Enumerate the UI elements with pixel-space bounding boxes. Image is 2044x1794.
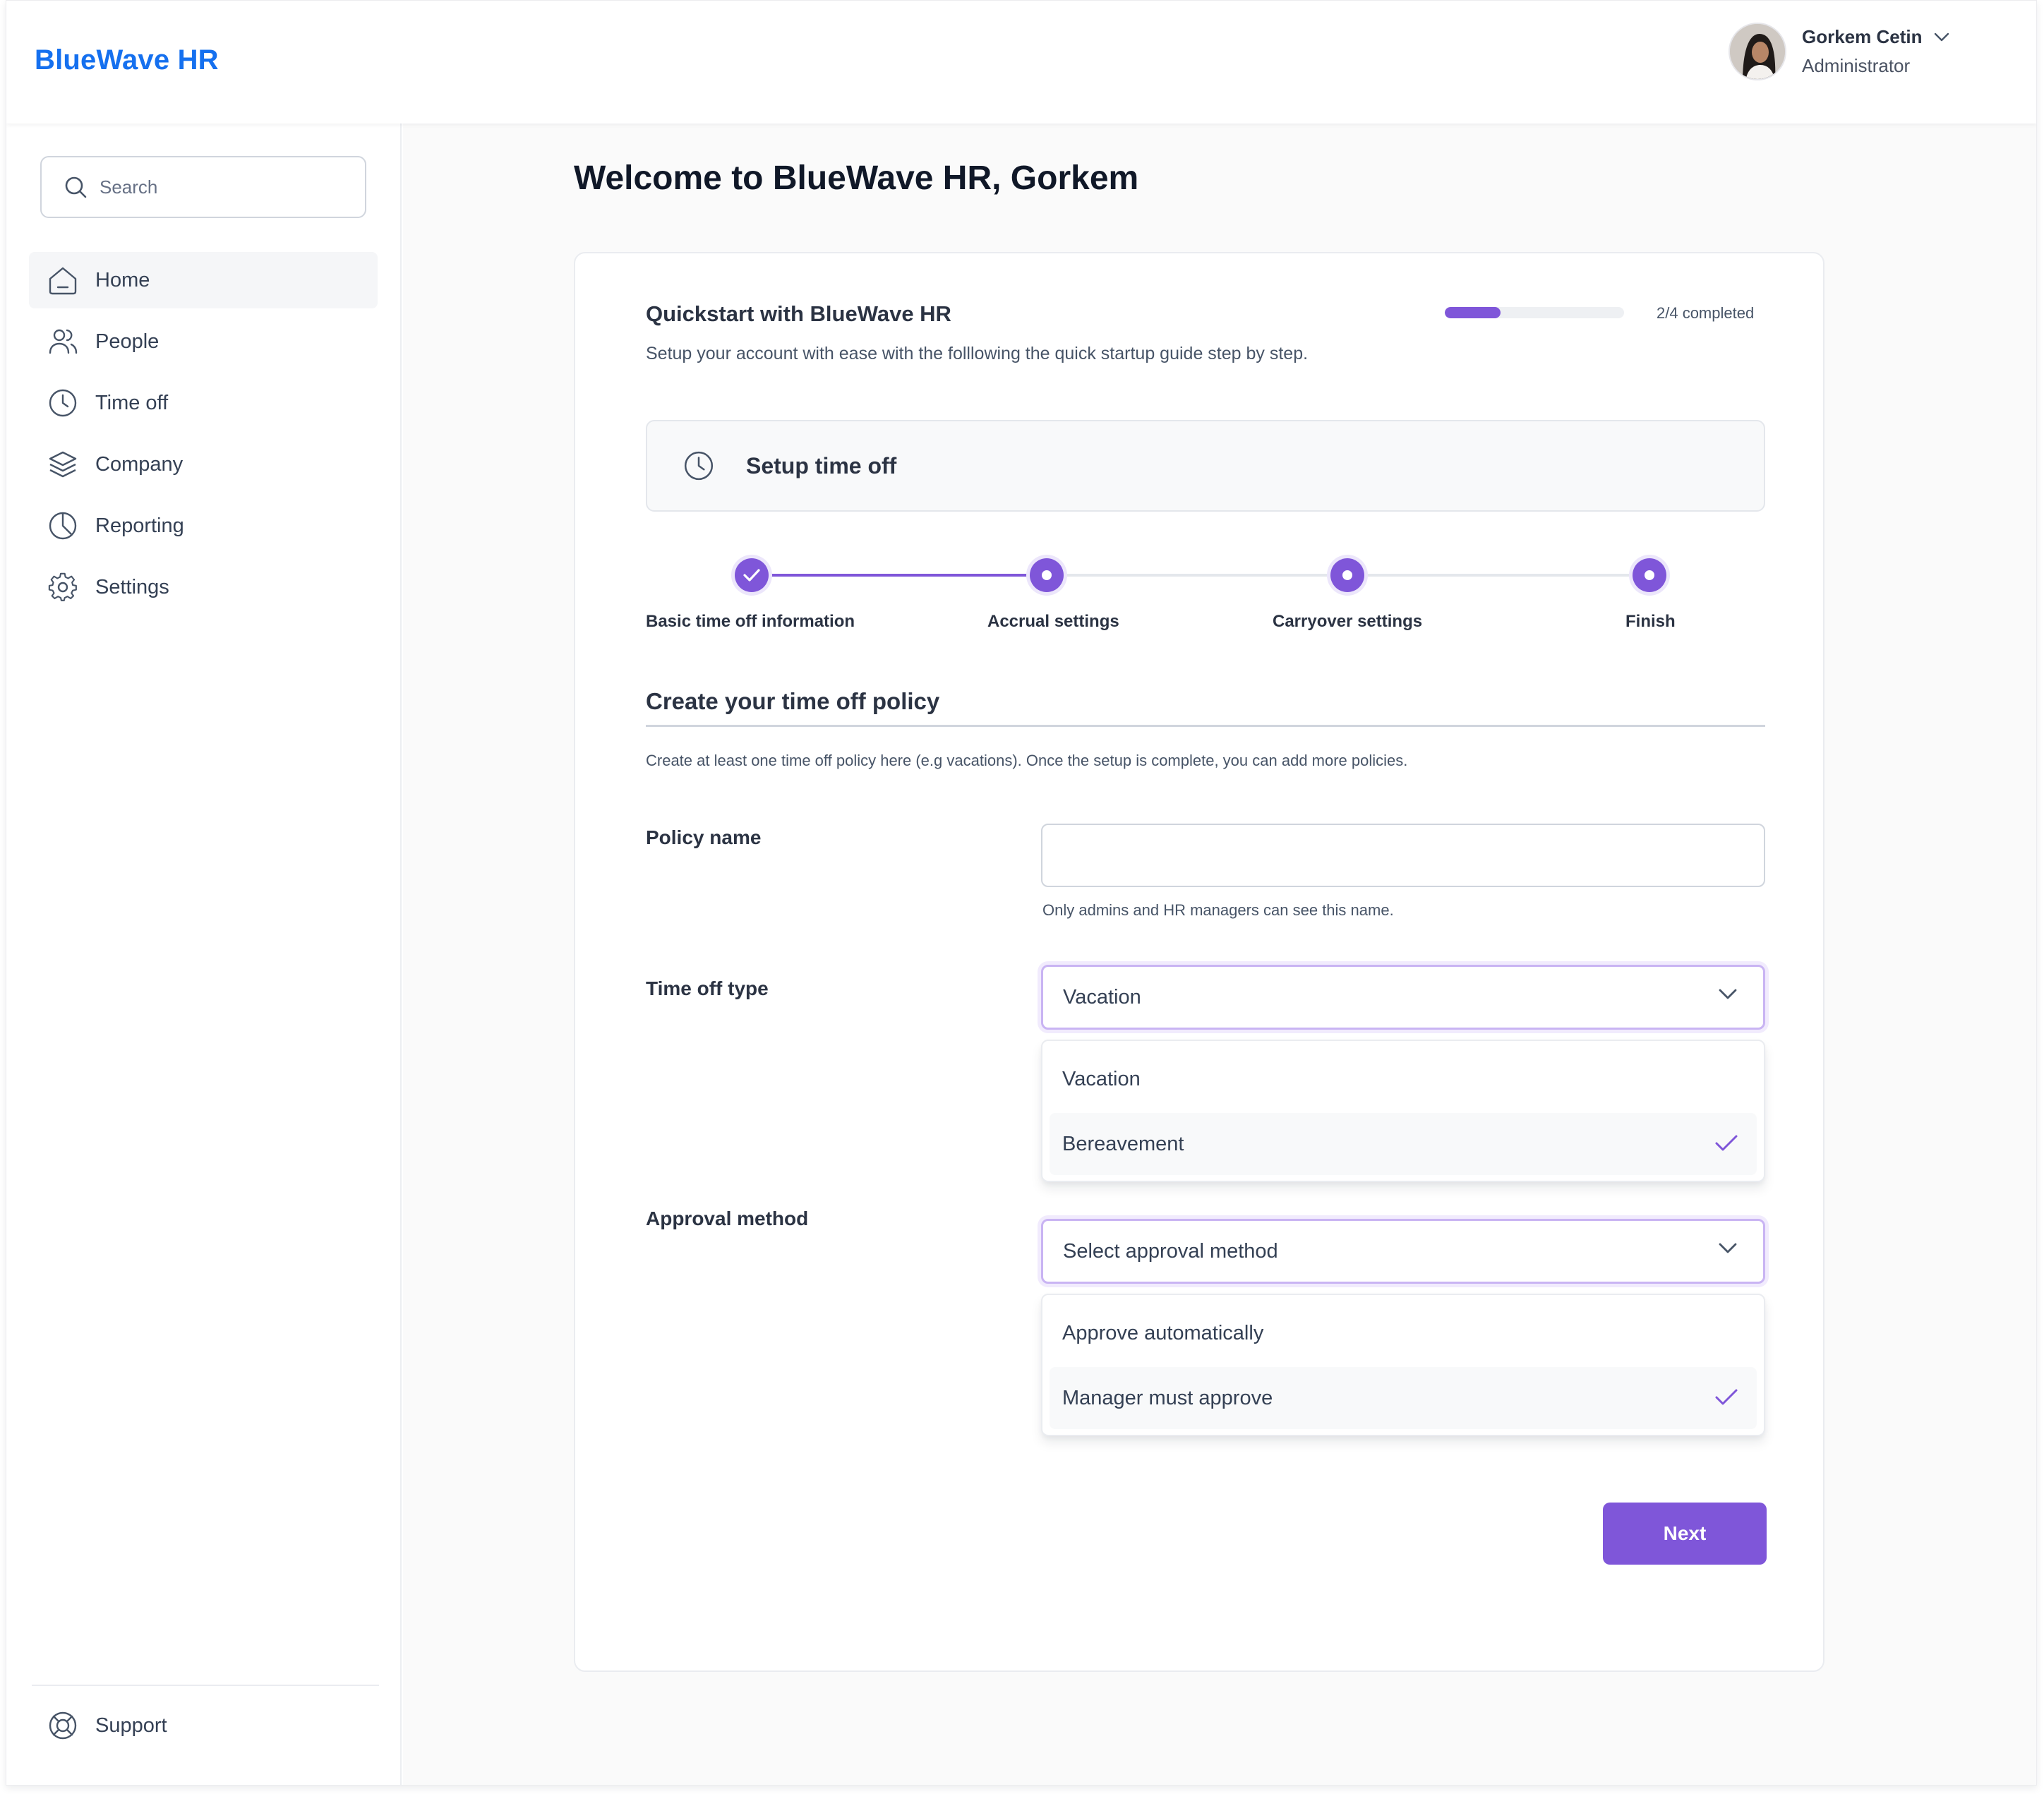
step-4-dot[interactable]: [1633, 558, 1666, 592]
clock-icon: [49, 389, 77, 417]
page-title: Welcome to BlueWave HR, Gorkem: [574, 159, 1139, 197]
select-value: Vacation: [1063, 985, 1141, 1009]
section-title: Create your time off policy: [646, 688, 940, 714]
home-icon: [49, 267, 77, 295]
top-header: BlueWave HR Gorkem Cetin Administrator: [6, 1, 2036, 124]
sidebar-item-label: Home: [95, 268, 150, 291]
main-content: Welcome to BlueWave HR, Gorkem Quickstar…: [403, 124, 2036, 1785]
step-dot-center: [1042, 570, 1052, 580]
search-placeholder: Search: [100, 176, 158, 198]
option-label: Bereavement: [1062, 1132, 1184, 1155]
step-connector: [1064, 574, 1348, 577]
user-name: Gorkem Cetin: [1802, 26, 1923, 47]
step-dot-center: [1645, 570, 1654, 580]
step-label: Carryover settings: [1273, 612, 1423, 631]
approval-method-select[interactable]: Select approval method: [1041, 1219, 1765, 1284]
support-label: Support: [95, 1714, 167, 1737]
step-1-dot[interactable]: [735, 558, 769, 592]
step-2-dot[interactable]: [1030, 558, 1064, 592]
app-window: BlueWave HR Gorkem Cetin Administrator S…: [6, 0, 2037, 1786]
sidebar-item-reporting[interactable]: Reporting: [29, 498, 378, 554]
step-dot-center: [1342, 570, 1352, 580]
quickstart-title: Quickstart with BlueWave HR: [646, 301, 951, 326]
sidebar-nav: Home People Time off Company Reporting S…: [29, 252, 378, 620]
stepper: Basic time off information Accrual setti…: [646, 543, 1775, 631]
sidebar: Search Home People Time off Company Repo…: [6, 124, 402, 1785]
users-icon: [49, 329, 78, 354]
quickstart-subtitle: Setup your account with ease with the fo…: [646, 344, 1309, 363]
time-off-type-select[interactable]: Vacation: [1041, 965, 1765, 1030]
step-label: Basic time off information: [646, 612, 855, 631]
sidebar-item-settings[interactable]: Settings: [29, 559, 378, 615]
life-buoy-icon: [49, 1711, 77, 1740]
step-label: Accrual settings: [987, 612, 1119, 631]
quickstart-card: Quickstart with BlueWave HR 2/4 complete…: [574, 252, 1824, 1672]
sidebar-item-label: Reporting: [95, 514, 184, 537]
policy-name-input[interactable]: [1041, 824, 1765, 887]
user-menu[interactable]: Gorkem Cetin Administrator: [1729, 22, 1949, 81]
sidebar-item-support[interactable]: Support: [47, 1710, 167, 1741]
sidebar-item-people[interactable]: People: [29, 313, 378, 370]
search-input[interactable]: Search: [40, 156, 366, 218]
sidebar-item-time-off[interactable]: Time off: [29, 375, 378, 431]
policy-name-label: Policy name: [646, 826, 762, 848]
section-divider: [646, 725, 1765, 727]
dropdown-option[interactable]: Approve automatically: [1050, 1302, 1757, 1364]
search-icon: [65, 176, 87, 198]
option-label: Vacation: [1062, 1067, 1141, 1090]
option-label: Approve automatically: [1062, 1321, 1264, 1344]
option-label: Manager must approve: [1062, 1386, 1273, 1409]
layers-icon: [49, 451, 77, 478]
sidebar-divider: [32, 1685, 379, 1686]
sidebar-item-home[interactable]: Home: [29, 252, 378, 308]
dropdown-option[interactable]: Vacation: [1050, 1048, 1757, 1110]
dropdown-option-selected[interactable]: Manager must approve: [1050, 1367, 1757, 1429]
sidebar-item-label: Settings: [95, 575, 169, 598]
check-icon: [743, 569, 760, 582]
check-icon: [1715, 1389, 1738, 1405]
next-button-label: Next: [1663, 1522, 1707, 1544]
next-button[interactable]: Next: [1603, 1503, 1767, 1565]
sidebar-item-company[interactable]: Company: [29, 436, 378, 493]
progress-label: 2/4 completed: [1657, 304, 1755, 322]
chevron-down-icon[interactable]: [1934, 32, 1949, 42]
chevron-down-icon: [1719, 1243, 1737, 1253]
chevron-down-icon: [1719, 989, 1737, 999]
brand-logo[interactable]: BlueWave HR: [35, 44, 219, 76]
approval-method-label: Approval method: [646, 1208, 809, 1229]
select-placeholder: Select approval method: [1063, 1239, 1278, 1263]
section-description: Create at least one time off policy here…: [646, 752, 1408, 769]
progress-fill: [1445, 307, 1501, 318]
clock-icon: [684, 451, 714, 481]
gear-icon: [48, 572, 77, 601]
step-connector-done: [752, 574, 1047, 577]
avatar[interactable]: [1729, 23, 1786, 80]
step-connector: [1366, 574, 1651, 577]
setup-title: Setup time off: [746, 452, 897, 478]
dropdown-option-selected[interactable]: Bereavement: [1050, 1113, 1757, 1175]
pie-chart-icon: [49, 512, 77, 540]
time-off-type-label: Time off type: [646, 977, 769, 999]
time-off-type-dropdown: Vacation Bereavement: [1041, 1040, 1765, 1182]
user-role: Administrator: [1802, 55, 1911, 76]
policy-name-hint: Only admins and HR managers can see this…: [1042, 901, 1394, 919]
sidebar-item-label: People: [95, 330, 160, 353]
approval-method-dropdown: Approve automatically Manager must appro…: [1041, 1294, 1765, 1436]
sidebar-item-label: Company: [95, 452, 184, 476]
check-icon: [1715, 1135, 1738, 1151]
step-label: Finish: [1625, 612, 1676, 631]
quickstart-progress-bar: [1445, 307, 1624, 318]
sidebar-item-label: Time off: [95, 391, 169, 414]
step-3-dot[interactable]: [1330, 558, 1364, 592]
setup-time-off-header: Setup time off: [646, 420, 1765, 512]
